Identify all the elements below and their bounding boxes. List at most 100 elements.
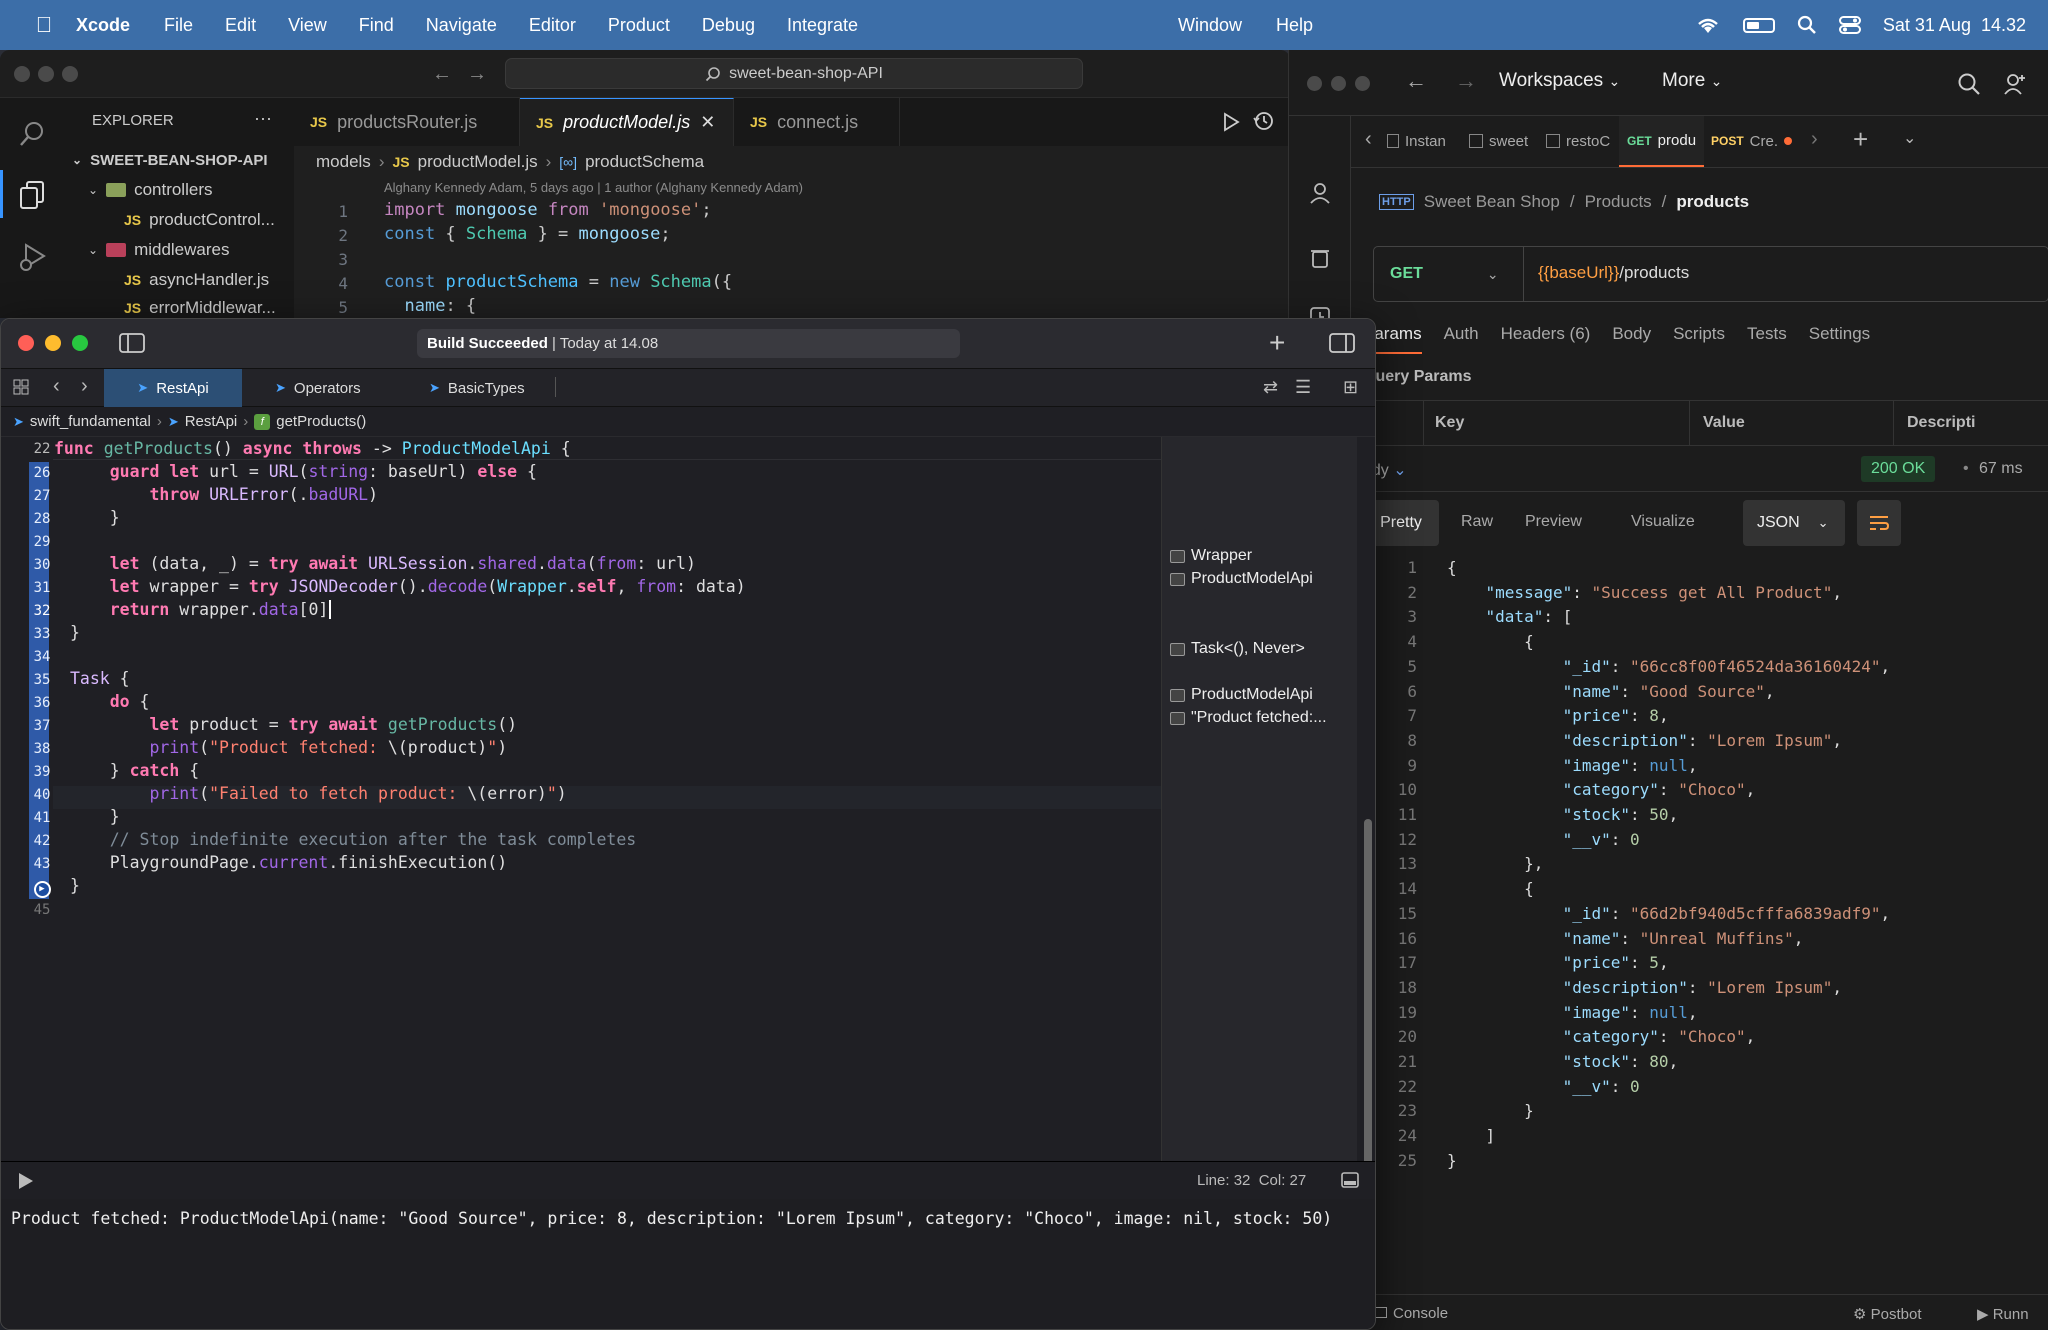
status-badge[interactable]: 200 OK xyxy=(1861,456,1936,482)
tab-settings[interactable]: Settings xyxy=(1809,324,1870,354)
wifi-icon[interactable] xyxy=(1695,15,1721,35)
zoom-window-button[interactable] xyxy=(1355,76,1370,91)
breadcrumb-file[interactable]: RestApi xyxy=(185,413,238,430)
breadcrumb-collection[interactable]: Sweet Bean Shop xyxy=(1424,192,1560,212)
sidebar-toggle-icon[interactable] xyxy=(119,333,145,353)
workspaces-menu[interactable]: Workspaces ⌄ xyxy=(1499,70,1620,92)
file-asynchandler[interactable]: JS asyncHandler.js xyxy=(124,266,269,294)
forward-arrow-icon[interactable]: → xyxy=(1455,68,1477,94)
breadcrumb-file[interactable]: productModel.js xyxy=(418,152,538,172)
tab-connect[interactable]: JS connect.js xyxy=(734,98,900,146)
minimize-window-button[interactable] xyxy=(38,66,54,82)
scrollbar[interactable] xyxy=(1357,437,1375,1219)
back-arrow-icon[interactable]: ← xyxy=(1405,68,1427,94)
run-playground-icon[interactable] xyxy=(17,1171,35,1191)
build-status[interactable]: Build Succeeded | Today at 14.08 xyxy=(417,329,960,358)
request-tab-active[interactable]: GET produ xyxy=(1619,116,1705,167)
tab-operators[interactable]: ➤ Operators xyxy=(253,369,383,407)
menu-navigate[interactable]: Navigate xyxy=(410,15,513,36)
more-menu[interactable]: More ⌄ xyxy=(1662,70,1722,92)
hide-debug-area-icon[interactable] xyxy=(1341,1172,1359,1188)
tab-productmodel[interactable]: JS productModel.js ✕ xyxy=(520,98,734,146)
spotlight-search-icon[interactable] xyxy=(1797,15,1817,35)
folder-controllers[interactable]: ⌄ controllers xyxy=(88,176,212,204)
new-tab-plus-icon[interactable]: + xyxy=(1853,124,1868,155)
run-to-line-icon[interactable]: ▶ xyxy=(33,881,51,898)
menu-app-name[interactable]: Xcode xyxy=(60,15,148,36)
tab-tests[interactable]: Tests xyxy=(1747,324,1787,354)
request-tab[interactable]: POST Cre. xyxy=(1711,116,1793,166)
menu-help[interactable]: Help xyxy=(1260,15,1329,36)
run-debug-icon[interactable] xyxy=(18,242,48,272)
file-productcontroller[interactable]: JS productControl... xyxy=(124,206,275,234)
minimize-window-button[interactable] xyxy=(1331,76,1346,91)
menu-integrate[interactable]: Integrate xyxy=(771,15,874,36)
request-tab[interactable]: sweet xyxy=(1469,116,1528,166)
method-select[interactable]: GET ⌄ xyxy=(1374,247,1524,301)
breadcrumb-function[interactable]: getProducts() xyxy=(276,413,366,430)
back-arrow-icon[interactable]: ← xyxy=(432,63,452,86)
swap-arrows-icon[interactable]: ⇄ xyxy=(1263,377,1278,398)
file-errormiddleware[interactable]: JS errorMiddlewar... xyxy=(124,294,276,318)
breadcrumb-request[interactable]: products xyxy=(1676,192,1749,212)
invite-user-icon[interactable] xyxy=(2003,72,2027,96)
close-window-button[interactable] xyxy=(18,335,34,351)
editor-breadcrumb[interactable]: models › JS productModel.js › [∞] produc… xyxy=(316,152,704,172)
timeline-history-icon[interactable] xyxy=(1252,110,1274,132)
result-item[interactable]: ProductModelApi xyxy=(1170,686,1313,704)
project-root[interactable]: ⌄ SWEET-BEAN-SHOP-API xyxy=(72,146,268,174)
zoom-window-button[interactable] xyxy=(62,66,78,82)
console-button[interactable]: Console xyxy=(1375,1305,1448,1322)
add-plus-icon[interactable]: + xyxy=(1269,327,1285,359)
menu-debug[interactable]: Debug xyxy=(686,15,771,36)
request-tab[interactable]: restoC xyxy=(1546,116,1610,166)
code-editor[interactable]: func getProducts() async throws -> Produ… xyxy=(53,437,1161,1177)
menu-clock[interactable]: Sat 31 Aug 14.32 xyxy=(1883,15,2026,36)
explorer-more-button[interactable]: ··· xyxy=(254,108,272,129)
menu-edit[interactable]: Edit xyxy=(209,15,272,36)
runner-button[interactable]: ▶ Runn xyxy=(1977,1305,2029,1323)
menu-editor[interactable]: Editor xyxy=(513,15,592,36)
editor-options-icon[interactable]: ☰ xyxy=(1295,377,1311,398)
result-item[interactable]: Wrapper xyxy=(1170,547,1252,565)
minimize-window-button[interactable] xyxy=(45,335,61,351)
chevron-down-icon[interactable]: ⌄ xyxy=(1903,128,1916,148)
split-editor-icon[interactable]: ⊞ xyxy=(1343,377,1358,398)
menu-window[interactable]: Window xyxy=(1162,15,1258,36)
menu-file[interactable]: File xyxy=(148,15,209,36)
response-time[interactable]: 67 ms xyxy=(1979,460,2023,478)
scrollbar-thumb[interactable] xyxy=(1364,819,1372,1219)
view-preview[interactable]: Preview xyxy=(1525,513,1582,531)
response-json-body[interactable]: 1{2 "message": "Success get All Product"… xyxy=(1351,558,2048,1208)
folder-middlewares[interactable]: ⌄ middlewares xyxy=(88,236,230,264)
chevron-left-icon[interactable]: ‹ xyxy=(1365,128,1372,151)
forward-arrow-icon[interactable]: → xyxy=(467,63,487,86)
format-select[interactable]: JSON ⌄ xyxy=(1743,500,1845,546)
code-lines[interactable]: 1 2 3 4 5 import mongoose from 'mongoose… xyxy=(294,198,1290,318)
tab-headers[interactable]: Headers (6) xyxy=(1501,324,1591,354)
close-window-button[interactable] xyxy=(14,66,30,82)
search-icon[interactable] xyxy=(18,120,46,148)
close-window-button[interactable] xyxy=(1307,76,1322,91)
explorer-files-icon[interactable] xyxy=(18,180,46,210)
request-tab[interactable]: Instan xyxy=(1387,116,1446,166)
postbot-button[interactable]: ⚙ Postbot xyxy=(1853,1305,1922,1323)
chevron-right-icon[interactable]: › xyxy=(1811,128,1818,151)
tab-restapi[interactable]: ➤ RestApi xyxy=(104,369,242,407)
command-center-search[interactable]: sweet-bean-shop-API xyxy=(505,58,1083,89)
grid-icon[interactable] xyxy=(13,379,29,395)
git-blame-annotation[interactable]: Alghany Kennedy Adam, 5 days ago | 1 aut… xyxy=(384,180,803,195)
breadcrumb-folder[interactable]: models xyxy=(316,152,371,172)
zoom-window-button[interactable] xyxy=(72,335,88,351)
trash-icon[interactable] xyxy=(1309,246,1331,268)
result-item[interactable]: "Product fetched:... xyxy=(1170,709,1327,727)
url-input[interactable]: {{baseUrl}}/products xyxy=(1538,263,1689,283)
breadcrumb-symbol[interactable]: productSchema xyxy=(585,152,704,172)
menu-find[interactable]: Find xyxy=(343,15,410,36)
battery-icon[interactable] xyxy=(1742,17,1775,33)
menu-product[interactable]: Product xyxy=(592,15,686,36)
search-icon[interactable] xyxy=(1957,72,1981,96)
user-account-icon[interactable] xyxy=(1309,182,1331,204)
breadcrumb-project[interactable]: swift_fundamental xyxy=(30,413,151,430)
run-file-icon[interactable] xyxy=(1222,112,1240,132)
